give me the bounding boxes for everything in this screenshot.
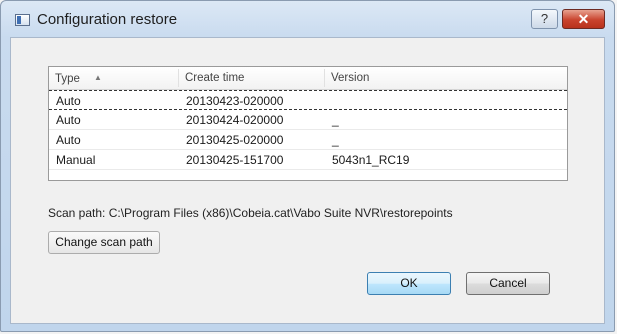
ok-button[interactable]: OK: [367, 272, 451, 295]
dialog-window: Configuration restore ? ✕ Type ▲ Create t…: [0, 0, 615, 332]
dialog-client-area: Type ▲ Create time Version Auto 20130423-…: [10, 37, 605, 324]
cell-type: Manual: [56, 153, 96, 167]
restore-points-table[interactable]: Type ▲ Create time Version Auto 20130423-…: [48, 66, 568, 181]
app-window-icon: [15, 14, 30, 26]
scan-path-text: Scan path: C:\Program Files (x86)\Cobeia…: [48, 206, 453, 220]
cell-create-time: 20130425-151700: [186, 153, 284, 167]
cell-type: Auto: [56, 94, 81, 108]
table-header: Type ▲ Create time Version: [49, 67, 567, 90]
scan-path-value: C:\Program Files (x86)\Cobeia.cat\Vabo S…: [108, 206, 453, 220]
close-button[interactable]: ✕: [562, 9, 605, 29]
table-row[interactable]: Manual 20130425-151700 5043n1_RC19: [49, 150, 567, 170]
cell-create-time: 20130425-020000: [186, 133, 284, 147]
table-row[interactable]: Auto 20130423-020000: [49, 90, 567, 110]
title-bar[interactable]: Configuration restore ? ✕: [1, 1, 614, 37]
cell-version: [325, 91, 332, 111]
scan-path-label: Scan path:: [48, 206, 106, 220]
cell-version: _: [332, 113, 339, 127]
table-row[interactable]: Auto 20130424-020000 _: [49, 110, 567, 130]
column-header-create-time[interactable]: Create time: [179, 67, 324, 89]
question-mark-icon: ?: [540, 11, 549, 26]
cancel-button[interactable]: Cancel: [466, 272, 550, 295]
cell-create-time: 20130423-020000: [186, 94, 284, 108]
close-icon: ✕: [577, 11, 590, 27]
table-row[interactable]: Auto 20130425-020000 _: [49, 130, 567, 150]
window-title: Configuration restore: [37, 11, 178, 28]
column-header-type[interactable]: Type ▲: [49, 67, 178, 89]
cell-type: Auto: [56, 113, 81, 127]
column-header-version[interactable]: Version: [325, 67, 565, 89]
help-button[interactable]: ?: [531, 9, 558, 29]
cell-create-time: 20130424-020000: [186, 113, 284, 127]
cell-type: Auto: [56, 133, 81, 147]
cell-version: 5043n1_RC19: [332, 153, 410, 167]
cell-version: _: [332, 133, 339, 147]
change-scan-path-button[interactable]: Change scan path: [48, 231, 160, 254]
sort-ascending-icon: ▲: [93, 73, 102, 82]
